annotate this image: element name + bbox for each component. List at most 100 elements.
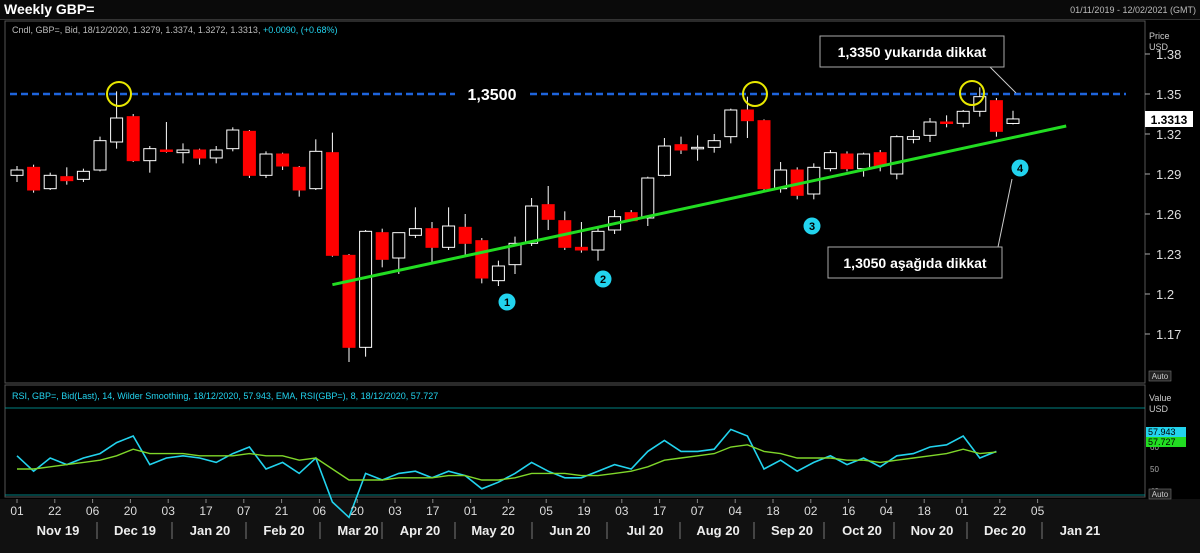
candle-up[interactable]: [491, 265, 505, 282]
x-month-label: Oct 20: [842, 523, 882, 538]
trend-touch-marker-1: 1: [498, 293, 516, 311]
candle-down[interactable]: [740, 109, 754, 122]
candle-down[interactable]: [27, 166, 41, 191]
price-y-tick-label: 1.32: [1156, 127, 1181, 142]
x-axis-month-labels: Nov 19 Dec 19 Jan 20 Feb 20 Mar 20 Apr 20 May …: [37, 522, 1100, 539]
candle-up[interactable]: [857, 153, 871, 170]
candle-up[interactable]: [890, 136, 904, 175]
callout-bottom: 1,3050 aşağıda dikkat: [827, 246, 1003, 279]
candle-down[interactable]: [674, 144, 688, 151]
candle-up[interactable]: [641, 177, 655, 219]
candle-down[interactable]: [574, 246, 588, 251]
svg-text:3: 3: [809, 221, 815, 233]
x-day-label: 06: [86, 504, 100, 518]
candle-up[interactable]: [309, 150, 323, 190]
candle-down[interactable]: [242, 130, 256, 176]
candle-up[interactable]: [442, 225, 456, 248]
rsi-panel: [4, 384, 1146, 498]
candle-up[interactable]: [392, 232, 406, 259]
candle-down[interactable]: [757, 120, 771, 190]
price-y-tick-label: 1.26: [1156, 207, 1181, 222]
candle-down[interactable]: [193, 149, 207, 159]
candle-up[interactable]: [143, 148, 157, 162]
date-range: 01/11/2019 - 12/02/2021 (GMT): [1070, 5, 1196, 15]
x-day-label: 18: [918, 504, 932, 518]
candle-up[interactable]: [408, 228, 422, 236]
candle-down[interactable]: [541, 204, 555, 220]
candle-up[interactable]: [93, 140, 107, 171]
x-day-label: 22: [48, 504, 62, 518]
svg-text:1: 1: [504, 297, 510, 309]
trend-touch-marker-2: 2: [594, 270, 612, 288]
candle-down[interactable]: [425, 228, 439, 248]
x-day-label: 05: [1031, 504, 1045, 518]
candle-up[interactable]: [906, 136, 920, 140]
price-gridlines: [1145, 53, 1150, 335]
price-y-tick-label: 1.38: [1156, 47, 1181, 62]
svg-text:2: 2: [600, 274, 606, 286]
candle-down[interactable]: [840, 153, 854, 170]
candle-down[interactable]: [475, 240, 489, 279]
trend-touch-marker-4: 4: [1011, 159, 1029, 177]
x-day-label: 07: [691, 504, 705, 518]
candle-down[interactable]: [292, 166, 306, 191]
candle-up[interactable]: [724, 109, 738, 138]
candle-down[interactable]: [276, 153, 290, 167]
candle-up[interactable]: [209, 149, 223, 159]
candle-up[interactable]: [691, 146, 705, 150]
x-month-label: Sep 20: [771, 523, 813, 538]
x-month-label: Mar 20: [337, 523, 378, 538]
candle-down[interactable]: [940, 121, 954, 124]
candle-up[interactable]: [176, 149, 190, 154]
candle-down[interactable]: [458, 226, 472, 244]
candle-up[interactable]: [823, 152, 837, 170]
candle-up[interactable]: [1006, 118, 1020, 124]
candle-up[interactable]: [226, 129, 240, 150]
ema-value-badge: 57.727: [1146, 437, 1186, 447]
x-month-label: Jun 20: [549, 523, 590, 538]
price-axis-title: Price: [1149, 31, 1170, 41]
candle-up[interactable]: [707, 140, 721, 148]
x-day-label: 01: [955, 504, 969, 518]
rsi-axis-unit: USD: [1149, 404, 1169, 414]
candle-up[interactable]: [923, 121, 937, 136]
candle-down[interactable]: [159, 149, 173, 152]
candle-up[interactable]: [259, 153, 273, 176]
candle-up[interactable]: [10, 169, 24, 176]
price-y-tick-labels: 1.17 1.2 1.23 1.26 1.29 1.32 1.35 1.38: [1156, 47, 1181, 342]
price-auto-button[interactable]: Auto: [1148, 370, 1172, 382]
candle-down[interactable]: [989, 100, 1003, 132]
candle-up[interactable]: [110, 117, 124, 143]
rsi-auto-button[interactable]: Auto: [1148, 488, 1172, 500]
candle-down[interactable]: [60, 176, 74, 182]
x-day-label: 04: [880, 504, 894, 518]
x-day-label: 02: [804, 504, 818, 518]
candle-down[interactable]: [325, 152, 339, 256]
price-y-tick-label: 1.23: [1156, 247, 1181, 262]
candle-down[interactable]: [126, 116, 140, 162]
candle-up[interactable]: [591, 230, 605, 251]
x-month-label: Nov 20: [911, 523, 954, 538]
price-y-tick-label: 1.29: [1156, 167, 1181, 182]
candle-up[interactable]: [657, 145, 671, 176]
x-month-label: Feb 20: [263, 523, 304, 538]
x-day-label: 17: [199, 504, 213, 518]
x-month-label: Jan 20: [190, 523, 230, 538]
candle-down[interactable]: [342, 254, 356, 348]
x-day-label: 21: [275, 504, 289, 518]
x-day-label: 16: [842, 504, 856, 518]
chart-canvas[interactable]: Cndl, GBP=, Bid, 18/12/2020, 1.3279, 1.3…: [0, 19, 1200, 553]
rsi-y-tick-label: 50: [1150, 465, 1159, 474]
rsi-y-tick-labels: 405060: [1150, 443, 1159, 496]
x-day-label: 07: [237, 504, 251, 518]
candle-up[interactable]: [956, 110, 970, 124]
chart-title: Weekly GBP=: [4, 1, 95, 17]
candle-down[interactable]: [375, 232, 389, 260]
candle-up[interactable]: [76, 170, 90, 180]
x-day-label: 20: [351, 504, 365, 518]
x-month-label: Nov 19: [37, 523, 80, 538]
candle-up[interactable]: [43, 174, 57, 190]
candle-up[interactable]: [359, 230, 373, 348]
candle-up[interactable]: [525, 205, 539, 244]
x-day-label: 04: [729, 504, 743, 518]
